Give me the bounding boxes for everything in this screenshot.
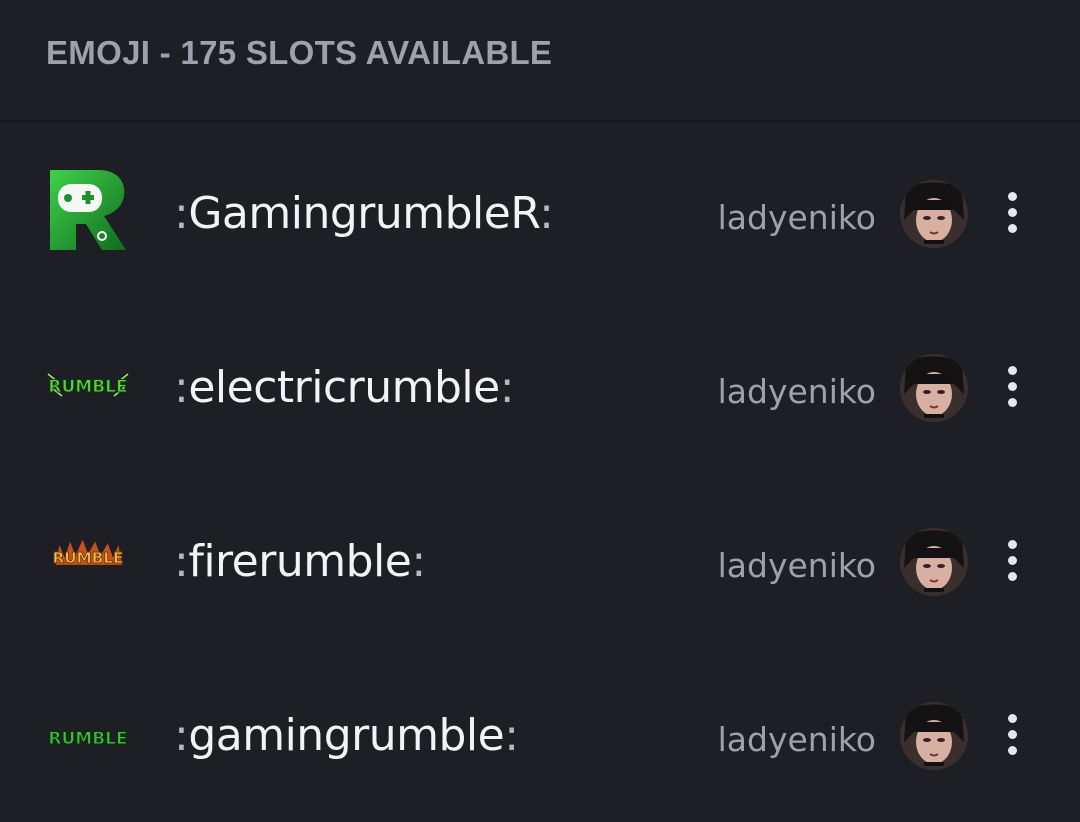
more-options-icon[interactable]	[998, 188, 1028, 238]
emoji-name: :GamingrumbleR:	[174, 188, 554, 239]
svg-text:RUMBLE: RUMBLE	[48, 377, 127, 397]
emoji-row[interactable]: RUMBLE :firerumble: ladyeniko	[0, 474, 1080, 648]
emoji-name: :gamingrumble:	[174, 710, 519, 761]
emoji-section-header: EMOJI - 175 SLOTS AVAILABLE	[0, 0, 1080, 122]
uploader-name: ladyeniko	[717, 546, 876, 585]
uploader-name: ladyeniko	[717, 372, 876, 411]
uploader-avatar	[900, 702, 968, 770]
gaming-rumble-logo-icon: RUMBLE	[48, 729, 128, 750]
svg-text:RUMBLE: RUMBLE	[53, 549, 124, 567]
more-options-icon[interactable]	[998, 536, 1028, 586]
electric-rumble-logo-icon: RUMBLE	[47, 373, 129, 398]
more-options-icon[interactable]	[998, 710, 1028, 760]
emoji-name: :electricrumble:	[174, 362, 515, 413]
emoji-row[interactable]: RUMBLE :gamingrumble: ladyeniko	[0, 648, 1080, 822]
svg-text:RUMBLE: RUMBLE	[48, 729, 127, 749]
section-title: EMOJI - 175 SLOTS AVAILABLE	[46, 34, 553, 71]
emoji-name: :firerumble:	[174, 536, 426, 587]
more-options-icon[interactable]	[998, 362, 1028, 412]
emoji-row[interactable]: :GamingrumbleR: ladyeniko	[0, 126, 1080, 300]
uploader-avatar	[900, 180, 968, 248]
gaming-r-logo-icon	[50, 170, 126, 250]
uploader-name: ladyeniko	[717, 198, 876, 237]
emoji-row[interactable]: RUMBLE :electricrumble: ladyeniko	[0, 300, 1080, 474]
uploader-avatar	[900, 528, 968, 596]
fire-rumble-logo-icon: RUMBLE	[52, 539, 124, 567]
uploader-avatar	[900, 354, 968, 422]
uploader-name: ladyeniko	[717, 720, 876, 759]
